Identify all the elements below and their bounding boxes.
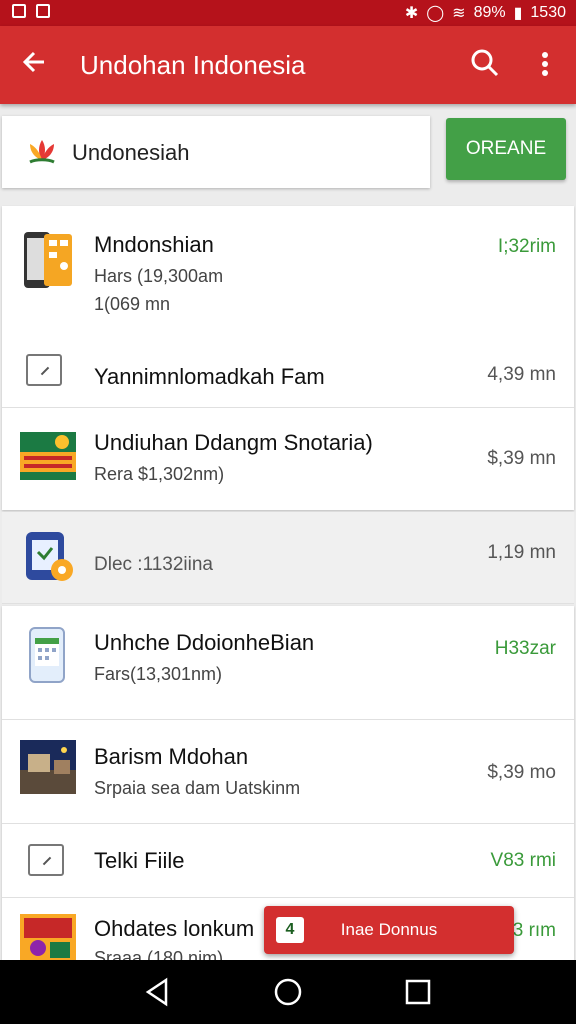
snackbar-button[interactable]: 4 Inae Donnus	[264, 906, 514, 954]
photo-thumbnail-icon	[20, 740, 76, 794]
item-price: V83 rmi	[490, 850, 556, 871]
clock: 1530	[530, 4, 566, 21]
bluetooth-icon: ✱	[404, 5, 419, 22]
item-subtitle: Rera $1,302nm)	[94, 464, 225, 484]
item-price: 3 rım	[512, 920, 556, 941]
item-title: Unhche DdoionheBian	[94, 630, 315, 655]
item-title: Undiuhan Ddangm Snotaria)	[94, 430, 373, 455]
nav-recents-icon[interactable]	[402, 976, 434, 1008]
more-options-icon[interactable]	[530, 46, 560, 82]
phone-calendar-icon	[28, 626, 68, 684]
nav-home-icon[interactable]	[272, 976, 304, 1008]
battery-percent: 89%	[473, 4, 506, 21]
list-item[interactable]: Dlec :1132iina 1,19 mn	[2, 512, 574, 604]
search-icon[interactable]	[468, 46, 502, 80]
item-price: 4,39 mn	[487, 364, 556, 385]
search-value: Undonesiah	[72, 140, 190, 165]
nav-back-icon[interactable]	[142, 976, 174, 1008]
list-item[interactable]: Unhche DdoionheBian Fars(13,301nm) H33za…	[2, 606, 574, 720]
image-notification-icon	[36, 4, 50, 18]
item-price: I;32rim	[497, 236, 556, 257]
snackbar-label: Inae Donnus	[340, 920, 438, 939]
notification-icon	[12, 4, 26, 18]
item-price: H33zar	[494, 638, 556, 659]
item-price: $,39 mo	[487, 762, 556, 783]
item-subtitle: Srpaia sea dam Uatskinm	[94, 778, 301, 798]
results-card-1: Mndonshian Hars (19,300am 1(069 mn I;32r…	[2, 206, 574, 510]
item-title: Yannimnlomadkah Fam	[94, 364, 325, 389]
poster-thumbnail-icon	[20, 914, 76, 966]
list-item[interactable]: Barism Mdohan Srpaia sea dam Uatskinm $,…	[2, 720, 574, 824]
list-item[interactable]: Undiuhan Ddangm Snotaria) Rera $1,302nm)…	[2, 408, 574, 510]
phone-badge-icon	[24, 530, 76, 586]
banner-thumbnail-icon	[20, 428, 76, 484]
wifi-icon: ≋	[452, 5, 466, 22]
search-field[interactable]: Undonesiah	[2, 116, 430, 188]
list-item[interactable]: Mndonshian Hars (19,300am 1(069 mn I;32r…	[2, 206, 574, 408]
item-title: Barism Mdohan	[94, 744, 249, 769]
alarm-icon: ◯	[426, 5, 445, 22]
item-subtitle: Fars(13,301nm)	[94, 664, 223, 684]
item-title: Ohdates lonkum	[94, 916, 255, 941]
checkbox-icon[interactable]	[28, 844, 64, 876]
navigation-bar	[0, 960, 576, 1024]
item-subtitle: Hars (19,300am	[94, 266, 224, 286]
status-bar: ✱ ◯ ≋ 89% ▮ 1530	[0, 0, 576, 26]
item-price: $,39 mn	[487, 448, 556, 469]
item-title: Telki Fiile	[94, 848, 185, 873]
flower-logo-icon	[24, 136, 60, 168]
page-title: Undohan Indonesia	[80, 50, 306, 80]
list-item[interactable]: Telki Fiile V83 rmi	[2, 824, 574, 898]
battery-icon: ▮	[513, 5, 523, 22]
back-arrow-icon[interactable]	[20, 48, 48, 82]
item-title: Dlec :1132iina	[94, 554, 214, 575]
oreane-button[interactable]: OREANE	[446, 118, 566, 180]
item-price: 1,19 mn	[487, 542, 556, 563]
item-title: Mndonshian	[94, 232, 214, 257]
app-bar: Undohan Indonesia	[0, 26, 576, 104]
phone-app-icon	[22, 230, 74, 292]
checkbox-icon[interactable]	[26, 354, 62, 386]
item-detail: 1(069 mn	[94, 294, 171, 314]
